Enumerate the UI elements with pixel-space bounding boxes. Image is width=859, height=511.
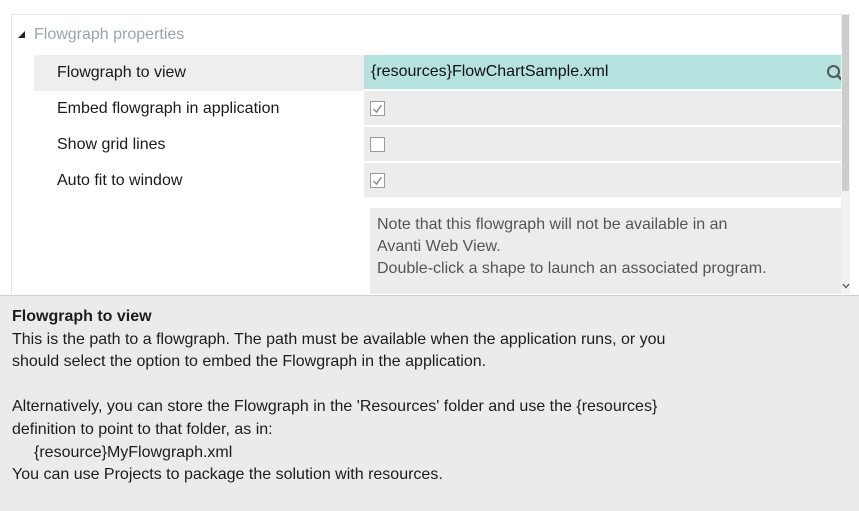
description-line: This is the path to a flowgraph. The pat… [12, 330, 666, 348]
description-example: {resource}MyFlowgraph.xml [34, 443, 233, 461]
show-grid-lines-checkbox[interactable] [370, 136, 385, 152]
chevron-down-icon[interactable] [841, 280, 850, 292]
auto-fit-note: Note that this flowgraph will not be ava… [370, 208, 850, 294]
property-label-show-grid-lines: Show grid lines [57, 136, 166, 153]
embed-flowgraph-checkbox[interactable] [370, 100, 385, 116]
flowgraph-path-field[interactable]: {resources}FlowChartSample.xml [364, 55, 850, 91]
check-icon [373, 104, 383, 113]
property-row-embed-flowgraph[interactable]: Embed flowgraph in application [34, 91, 850, 127]
auto-fit-value [364, 163, 850, 199]
property-label-flowgraph-to-view: Flowgraph to view [34, 55, 364, 91]
description-heading: Flowgraph to view [12, 308, 152, 325]
description-line: You can use Projects to package the solu… [12, 466, 443, 484]
property-grid: Flowgraph properties Flowgraph to view {… [11, 14, 850, 294]
show-grid-lines-value [364, 127, 850, 163]
caret-down-icon[interactable] [18, 30, 25, 38]
note-line: Avanti Web View. [377, 238, 501, 255]
flowgraph-path-value[interactable]: {resources}FlowChartSample.xml [364, 63, 608, 81]
section-title: Flowgraph properties [34, 26, 185, 43]
description-line: definition to point to that folder, as i… [12, 420, 273, 438]
property-row-show-grid-lines[interactable]: Show grid lines [34, 127, 850, 163]
check-icon [373, 176, 383, 185]
property-row-auto-fit[interactable]: Auto fit to window [34, 163, 850, 199]
property-label-embed-flowgraph: Embed flowgraph in application [57, 100, 280, 117]
description-line: Alternatively, you can store the Flowgra… [12, 398, 658, 416]
scrollbar-thumb[interactable] [842, 15, 849, 191]
auto-fit-checkbox[interactable] [370, 172, 385, 188]
note-line: Note that this flowgraph will not be ava… [377, 216, 728, 233]
section-header-flowgraph-properties[interactable]: Flowgraph properties [12, 15, 850, 55]
property-label-auto-fit: Auto fit to window [57, 172, 183, 189]
vertical-scrollbar[interactable] [841, 15, 850, 294]
note-line: Double-click a shape to launch an associ… [377, 260, 767, 277]
embed-flowgraph-value [364, 91, 850, 127]
description-panel: Flowgraph to view This is the path to a … [0, 295, 859, 511]
property-row-flowgraph-to-view[interactable]: Flowgraph to view {resources}FlowChartSa… [34, 55, 850, 91]
property-editor: Flowgraph properties Flowgraph to view {… [0, 0, 859, 511]
description-line: should select the option to embed the Fl… [12, 353, 487, 371]
